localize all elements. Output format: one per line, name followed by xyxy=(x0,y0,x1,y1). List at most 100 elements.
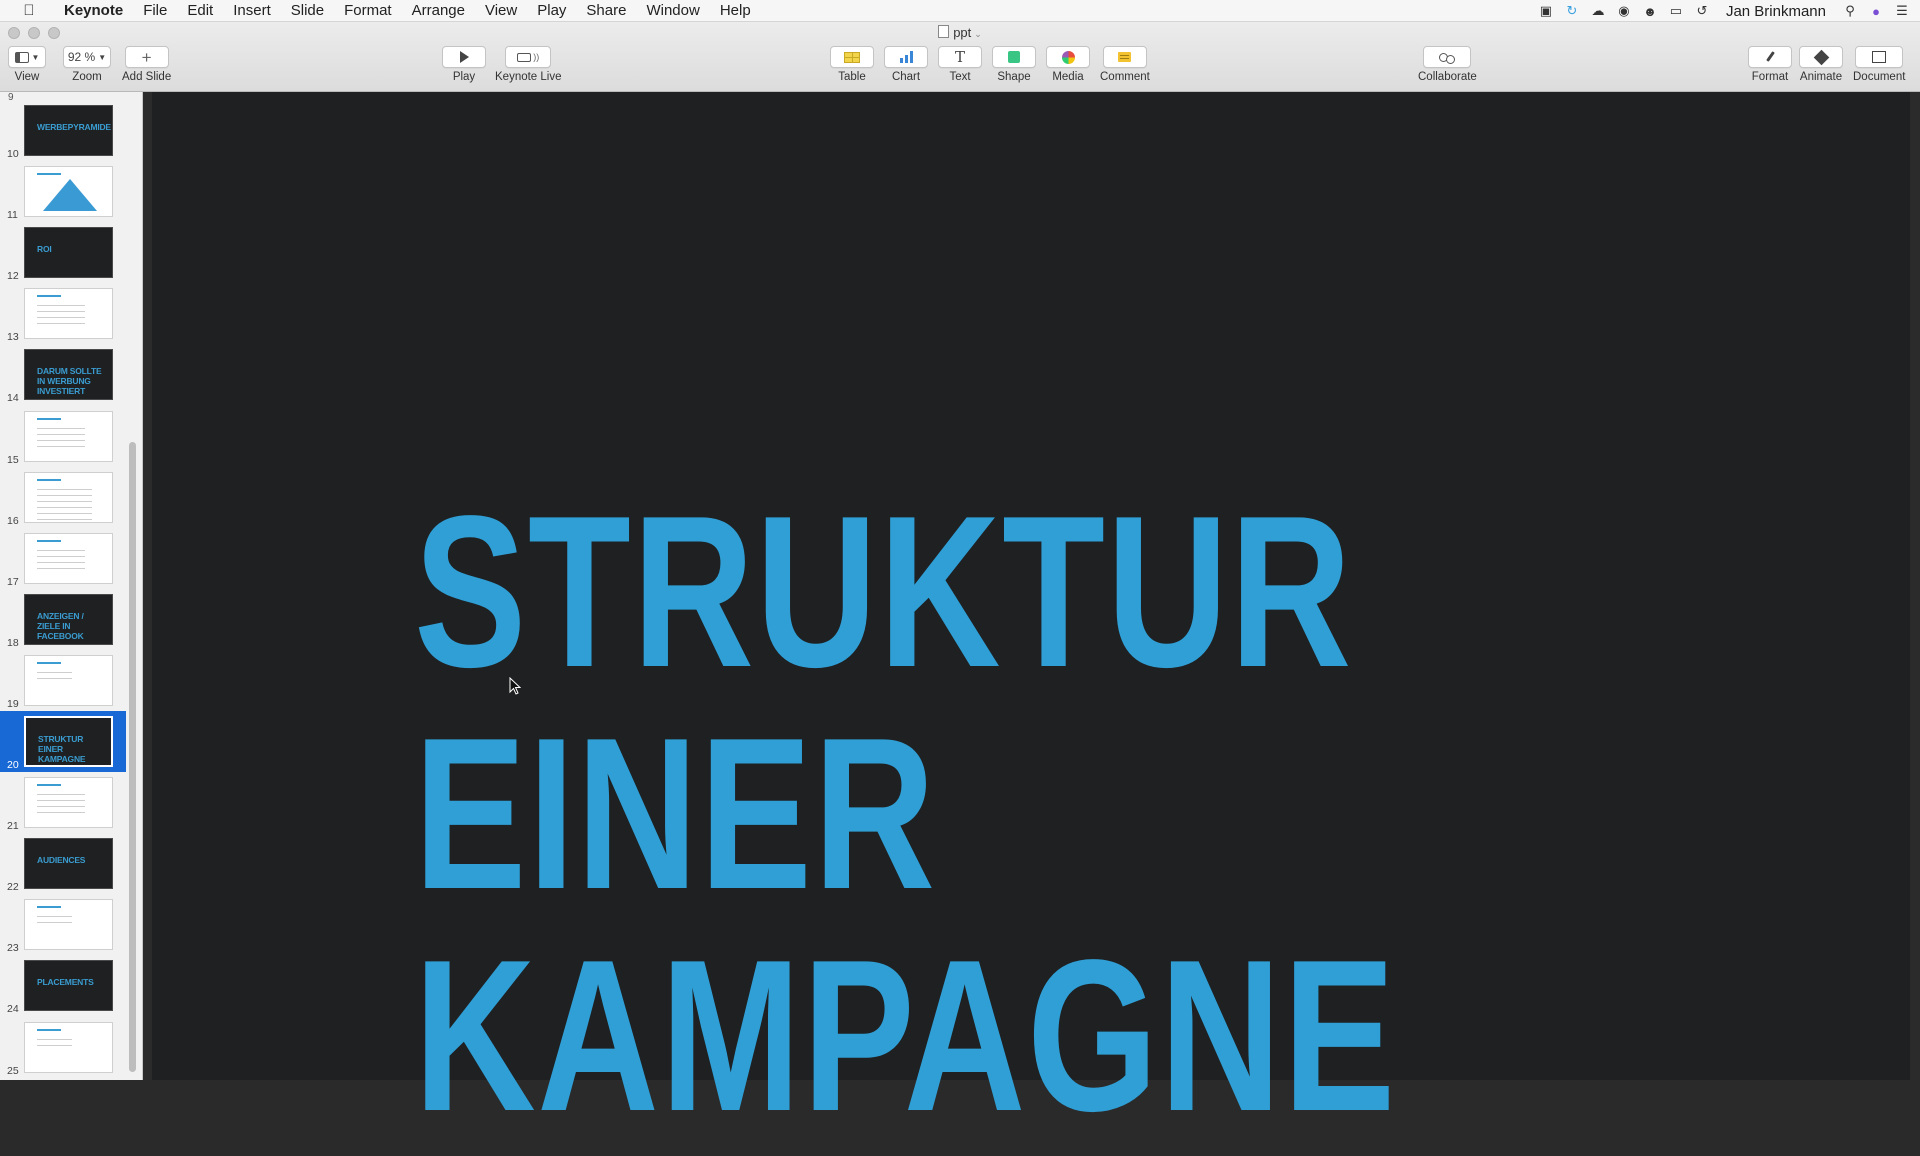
apple-menu-icon[interactable]:  xyxy=(18,2,40,19)
menu-slide[interactable]: Slide xyxy=(281,0,334,22)
navigator-scrollbar[interactable] xyxy=(129,442,136,1072)
comment-icon xyxy=(1118,52,1132,62)
slide-thumbnail-row[interactable]: 11 xyxy=(0,161,126,222)
slide-thumbnail-row[interactable]: 10 WERBEPYRAMIDE xyxy=(0,100,126,161)
shape-button[interactable] xyxy=(992,46,1036,68)
menu-play[interactable]: Play xyxy=(527,0,576,22)
animate-diamond-icon xyxy=(1813,49,1829,65)
document-icon xyxy=(1872,51,1887,63)
media-button[interactable] xyxy=(1046,46,1090,68)
spotlight-search-icon[interactable]: ⚲ xyxy=(1842,3,1858,19)
slide-thumbnail-row[interactable]: 17 xyxy=(0,528,126,589)
sync-icon[interactable]: ↻ xyxy=(1564,3,1580,19)
password-manager-icon[interactable]: ◉ xyxy=(1616,3,1632,19)
slide-thumbnail-row[interactable]: 23 xyxy=(0,894,126,955)
add-slide-button[interactable]: + xyxy=(124,46,169,68)
slide-thumbnail-row[interactable]: 25 xyxy=(0,1017,126,1078)
thumbnail-heading-bar xyxy=(37,539,61,542)
slide-number: 20 xyxy=(7,759,19,771)
menu-app-keynote[interactable]: Keynote xyxy=(54,0,133,22)
slide-navigator[interactable]: 9 10 WERBEPYRAMIDE 11 12 ROI 13 14 DARUM SOLLTE… xyxy=(0,92,143,1080)
slide-thumbnail[interactable]: ANZEIGEN / ZIELE IN FACEBOOK xyxy=(24,593,113,645)
view-button[interactable]: ▼ xyxy=(8,46,46,68)
slide-thumbnail[interactable] xyxy=(24,288,113,340)
collaborate-button[interactable] xyxy=(1423,46,1472,68)
menu-window[interactable]: Window xyxy=(636,0,709,22)
slide-thumbnail-row[interactable]: 14 DARUM SOLLTE IN WERBUNG INVESTIERT xyxy=(0,344,126,405)
document-button[interactable] xyxy=(1855,46,1904,68)
slide-number: 14 xyxy=(7,392,19,405)
play-button[interactable] xyxy=(442,46,486,68)
cloud-icon[interactable]: ☁ xyxy=(1590,3,1606,19)
menu-help[interactable]: Help xyxy=(710,0,761,22)
current-slide[interactable]: STRUKTUR EINER KAMPAGNE xyxy=(152,92,1910,1146)
thumbnail-heading-bar xyxy=(37,661,61,664)
pyramid-shape xyxy=(43,179,97,212)
slide-number: 22 xyxy=(7,881,19,894)
status-area: ▣ ↻ ☁ ◉ ☻ ▭ ↺ Jan Brinkmann ⚲ ● ☰ xyxy=(1538,0,1910,22)
slide-thumbnail[interactable] xyxy=(24,777,113,829)
chart-button[interactable] xyxy=(884,46,928,68)
slide-thumbnail-row[interactable]: 21 xyxy=(0,772,126,833)
slide-thumbnail-row[interactable]: 19 xyxy=(0,650,126,711)
thumbnail-heading-bar xyxy=(37,784,61,787)
slide-thumbnail-row[interactable]: 15 xyxy=(0,406,126,467)
ghost-icon[interactable]: ☻ xyxy=(1642,3,1658,19)
slide-thumbnail[interactable]: PLACEMENTS xyxy=(24,960,113,1012)
slide-thumbnail[interactable]: WERBEPYRAMIDE xyxy=(24,105,113,156)
menu-file[interactable]: File xyxy=(133,0,177,22)
slide-thumbnail[interactable] xyxy=(24,410,113,462)
table-icon xyxy=(844,51,860,63)
screen-record-icon[interactable]: ▣ xyxy=(1538,3,1554,19)
format-button[interactable] xyxy=(1748,46,1792,68)
user-name[interactable]: Jan Brinkmann xyxy=(1720,3,1832,20)
airplay-icon[interactable]: ▭ xyxy=(1668,3,1684,19)
slide-thumbnail-row[interactable]: 24 PLACEMENTS xyxy=(0,955,126,1016)
slide-thumbnail[interactable]: AUDIENCES xyxy=(24,838,113,890)
slide-thumbnail[interactable]: STRUKTUR EINER KAMPAGNE xyxy=(24,716,113,767)
notification-center-icon[interactable]: ☰ xyxy=(1894,3,1910,19)
menu-format[interactable]: Format xyxy=(334,0,402,22)
slide-number: 16 xyxy=(7,514,19,527)
chevron-down-icon: ▼ xyxy=(31,52,40,62)
slide-thumbnail-row[interactable]: 18 ANZEIGEN / ZIELE IN FACEBOOK xyxy=(0,589,126,650)
text-label: Text xyxy=(949,71,971,83)
slide-thumbnail-title: AUDIENCES xyxy=(37,855,86,866)
animate-button[interactable] xyxy=(1799,46,1843,68)
slide-title[interactable]: STRUKTUR EINER KAMPAGNE xyxy=(414,480,1428,1146)
slide-thumbnail[interactable] xyxy=(24,1021,113,1073)
shape-group: Shape xyxy=(992,46,1036,83)
siri-icon[interactable]: ● xyxy=(1868,3,1884,19)
slide-thumbnail-title: PLACEMENTS xyxy=(37,977,94,988)
menu-insert[interactable]: Insert xyxy=(223,0,281,22)
slide-thumbnail[interactable]: ROI xyxy=(24,227,113,279)
menu-view[interactable]: View xyxy=(475,0,527,22)
slide-thumbnail[interactable] xyxy=(24,654,113,706)
slide-thumbnail[interactable] xyxy=(24,166,113,218)
thumbnail-text-lines xyxy=(37,301,85,328)
slide-thumbnail[interactable]: DARUM SOLLTE IN WERBUNG INVESTIERT xyxy=(24,349,113,401)
slide-thumbnail-row[interactable]: 20 STRUKTUR EINER KAMPAGNE xyxy=(0,711,126,772)
time-machine-icon[interactable]: ↺ xyxy=(1694,3,1710,19)
slide-thumbnail-row[interactable]: 13 xyxy=(0,283,126,344)
slide-thumbnail[interactable] xyxy=(24,899,113,951)
menu-edit[interactable]: Edit xyxy=(177,0,223,22)
slide-thumbnail-row[interactable]: 22 AUDIENCES xyxy=(0,833,126,894)
menu-arrange[interactable]: Arrange xyxy=(402,0,475,22)
plus-icon: + xyxy=(141,47,152,67)
slide-canvas[interactable]: STRUKTUR EINER KAMPAGNE xyxy=(143,92,1920,1146)
text-button[interactable]: T xyxy=(938,46,982,68)
keynote-live-button[interactable]: )) xyxy=(505,46,552,68)
zoom-value: 92 % xyxy=(67,50,96,64)
slide-thumbnail-row[interactable]: 12 ROI xyxy=(0,222,126,283)
slide-thumbnail[interactable] xyxy=(24,471,113,523)
document-title[interactable]: ppt ⌄ xyxy=(0,25,1920,40)
menu-share[interactable]: Share xyxy=(576,0,636,22)
media-label: Media xyxy=(1052,71,1084,83)
slide-thumbnail-row[interactable]: 16 xyxy=(0,467,126,528)
table-button[interactable] xyxy=(830,46,874,68)
play-icon xyxy=(459,51,469,63)
zoom-select[interactable]: 92 % ▼ xyxy=(63,46,111,68)
comment-button[interactable] xyxy=(1102,46,1147,68)
slide-thumbnail[interactable] xyxy=(24,532,113,584)
